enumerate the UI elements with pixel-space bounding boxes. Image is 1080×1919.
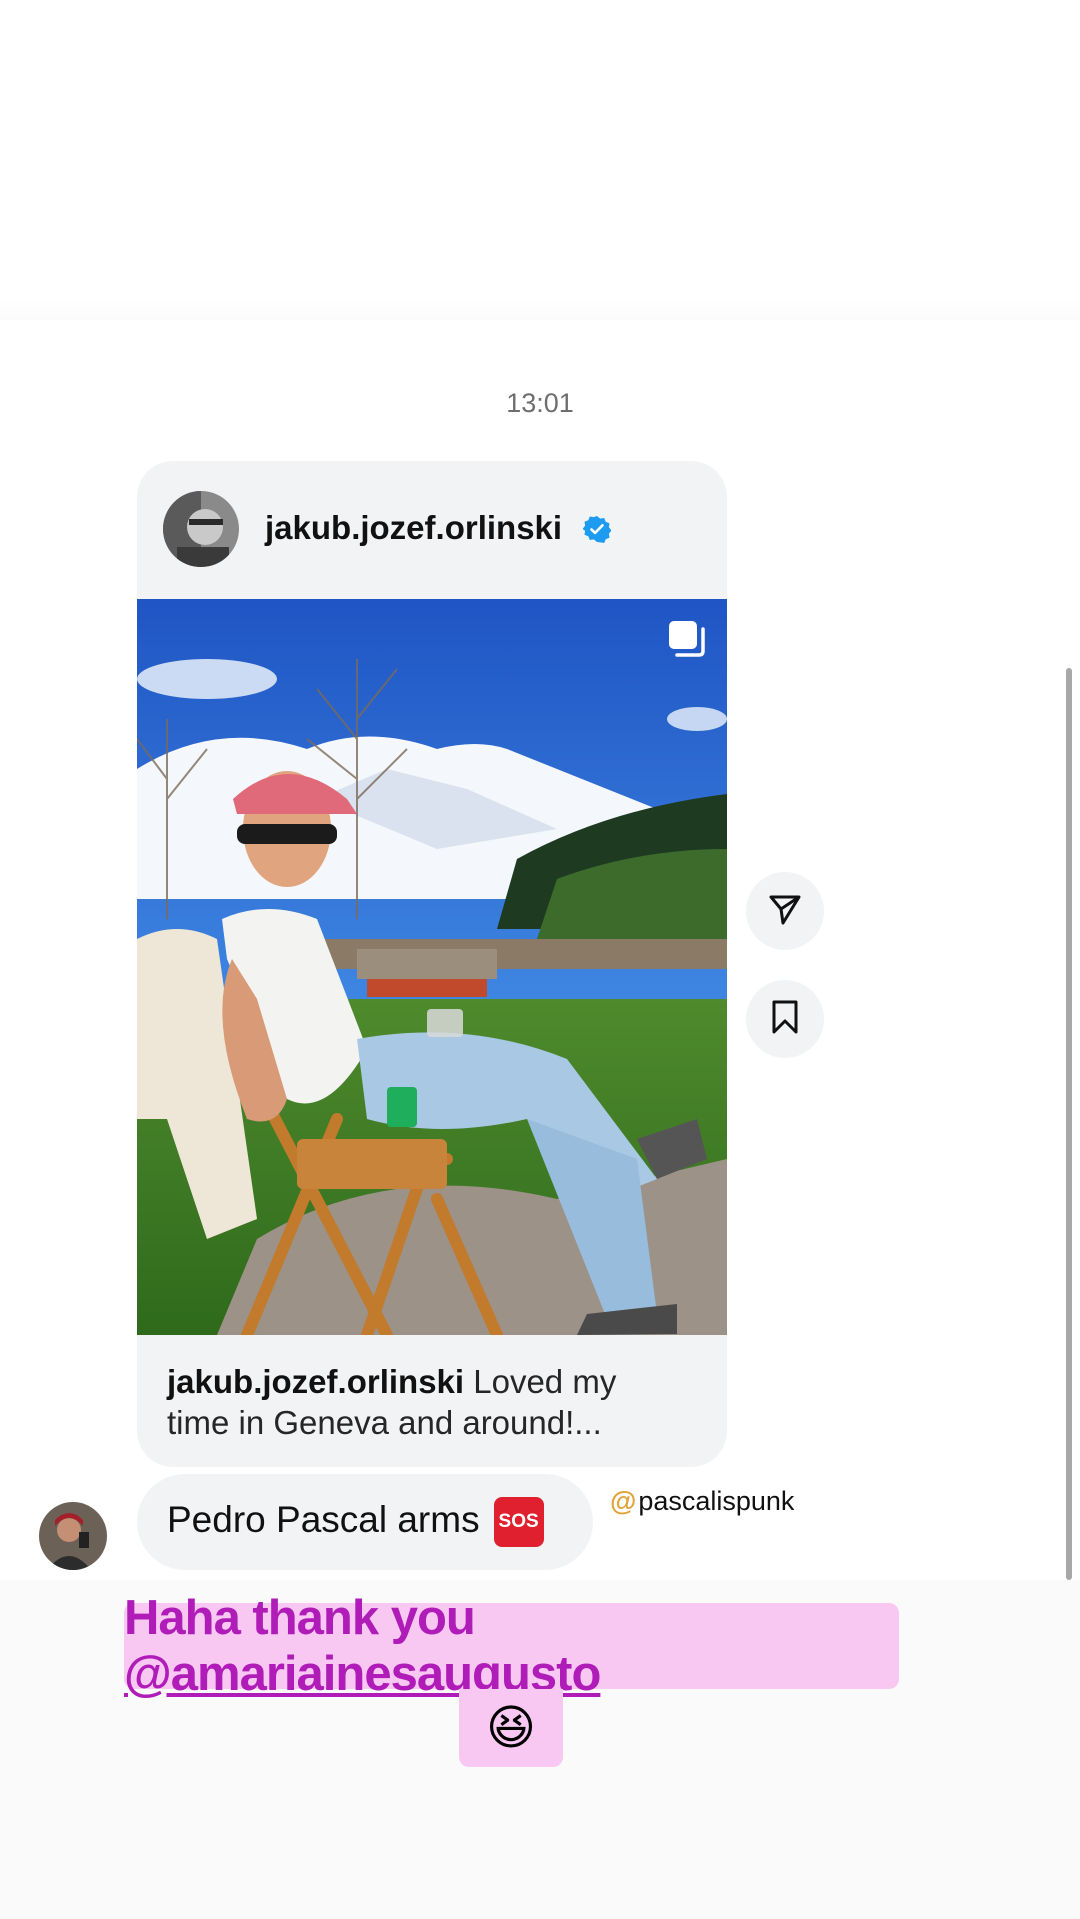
post-header[interactable]: jakub.jozef.orlinski [137,461,727,599]
story-emoji-overlay: 😆 [459,1689,563,1767]
threads-username-tag[interactable]: @ pascalispunk [610,1486,794,1517]
story-text-overlay: Haha thank you @amariainesaugusto [124,1591,899,1701]
send-icon [767,891,803,932]
post-author-username[interactable]: jakub.jozef.orlinski [265,509,562,547]
verified-badge-icon [582,515,612,543]
message-text: Pedro Pascal arms SOS [167,1497,544,1547]
sender-avatar[interactable] [39,1502,107,1570]
blank-story-area [0,0,1080,320]
bookmark-icon [768,999,802,1040]
post-author-avatar[interactable] [163,491,239,567]
threads-username: pascalispunk [638,1486,795,1516]
post-photo[interactable] [137,599,727,1335]
scrollbar[interactable] [1066,668,1072,1580]
laughing-emoji-icon: 😆 [485,1702,537,1755]
caption-username: jakub.jozef.orlinski [167,1363,465,1400]
post-caption[interactable]: jakub.jozef.orlinski Loved my time in Ge… [167,1361,687,1443]
threads-icon: @ [610,1486,637,1516]
story-text: Haha thank you @amariainesaugusto [124,1591,601,1701]
save-button[interactable] [746,980,824,1058]
share-button[interactable] [746,872,824,950]
carousel-indicator-icon [665,617,709,661]
message-timestamp: 13:01 [506,388,574,418]
sos-emoji-icon: SOS [493,1497,544,1547]
shared-post-card[interactable]: jakub.jozef.orlinski jakub.jozef.orlinsk… [137,461,727,1467]
message-bubble[interactable]: Pedro Pascal arms SOS [137,1474,593,1570]
